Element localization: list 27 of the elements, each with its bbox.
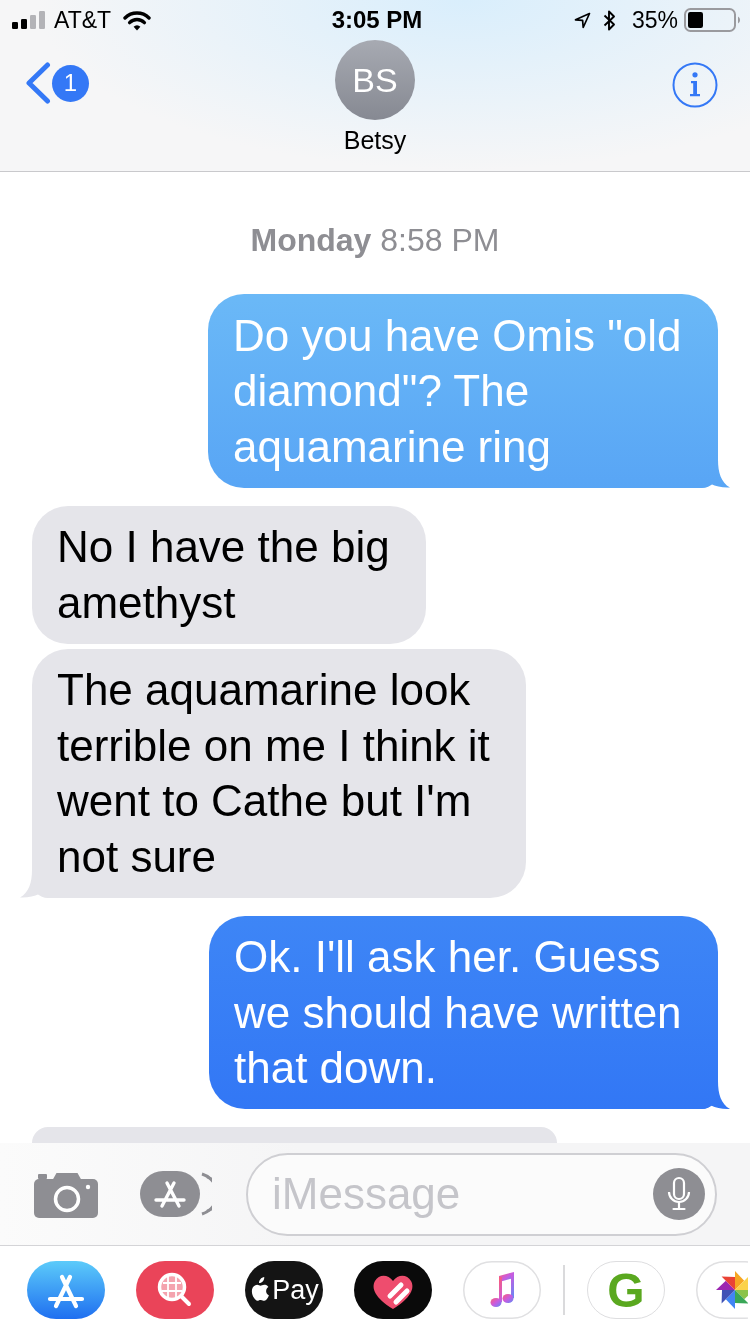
signal-icon bbox=[12, 11, 46, 29]
carrier-name: AT&T bbox=[54, 6, 112, 34]
contact-avatar[interactable]: BS bbox=[335, 40, 415, 120]
back-icon[interactable] bbox=[25, 62, 51, 104]
wifi-icon bbox=[123, 9, 152, 31]
apple-icon bbox=[250, 1276, 271, 1301]
camera-icon[interactable] bbox=[34, 1170, 98, 1218]
message-bubble: Do you have Omis "old diamond"? The aquamarine ring bbox=[208, 294, 730, 488]
apps-icon[interactable] bbox=[27, 1261, 105, 1319]
battery-percent: 35% bbox=[631, 6, 678, 34]
message-bubble: No I have the big amethyst bbox=[32, 505, 426, 644]
info-icon[interactable] bbox=[672, 62, 718, 108]
unread-count-badge: 1 bbox=[52, 64, 89, 102]
location-icon bbox=[573, 11, 591, 29]
contact-name: Betsy bbox=[343, 125, 407, 155]
status-time: 3:05 PM bbox=[331, 6, 423, 34]
message-bubble: Ok. I'll ask her. Guess we should have written that down. bbox=[209, 915, 730, 1109]
globe-search-icon[interactable] bbox=[136, 1261, 214, 1319]
message-timestamp: Monday 8:58 PM bbox=[250, 221, 500, 259]
microphone-icon[interactable] bbox=[653, 1167, 705, 1220]
pay-app-button[interactable]: Pay bbox=[245, 1261, 323, 1319]
pinwheel-icon[interactable] bbox=[696, 1261, 748, 1319]
battery-icon bbox=[684, 8, 742, 32]
g-app-button[interactable]: G bbox=[587, 1261, 665, 1319]
message-bubble: The aquamarine look terrible on me I think it went to Cathe but I'm not sure bbox=[20, 648, 526, 898]
apps-toggle-icon[interactable] bbox=[140, 1170, 212, 1218]
bluetooth-icon bbox=[602, 8, 616, 32]
